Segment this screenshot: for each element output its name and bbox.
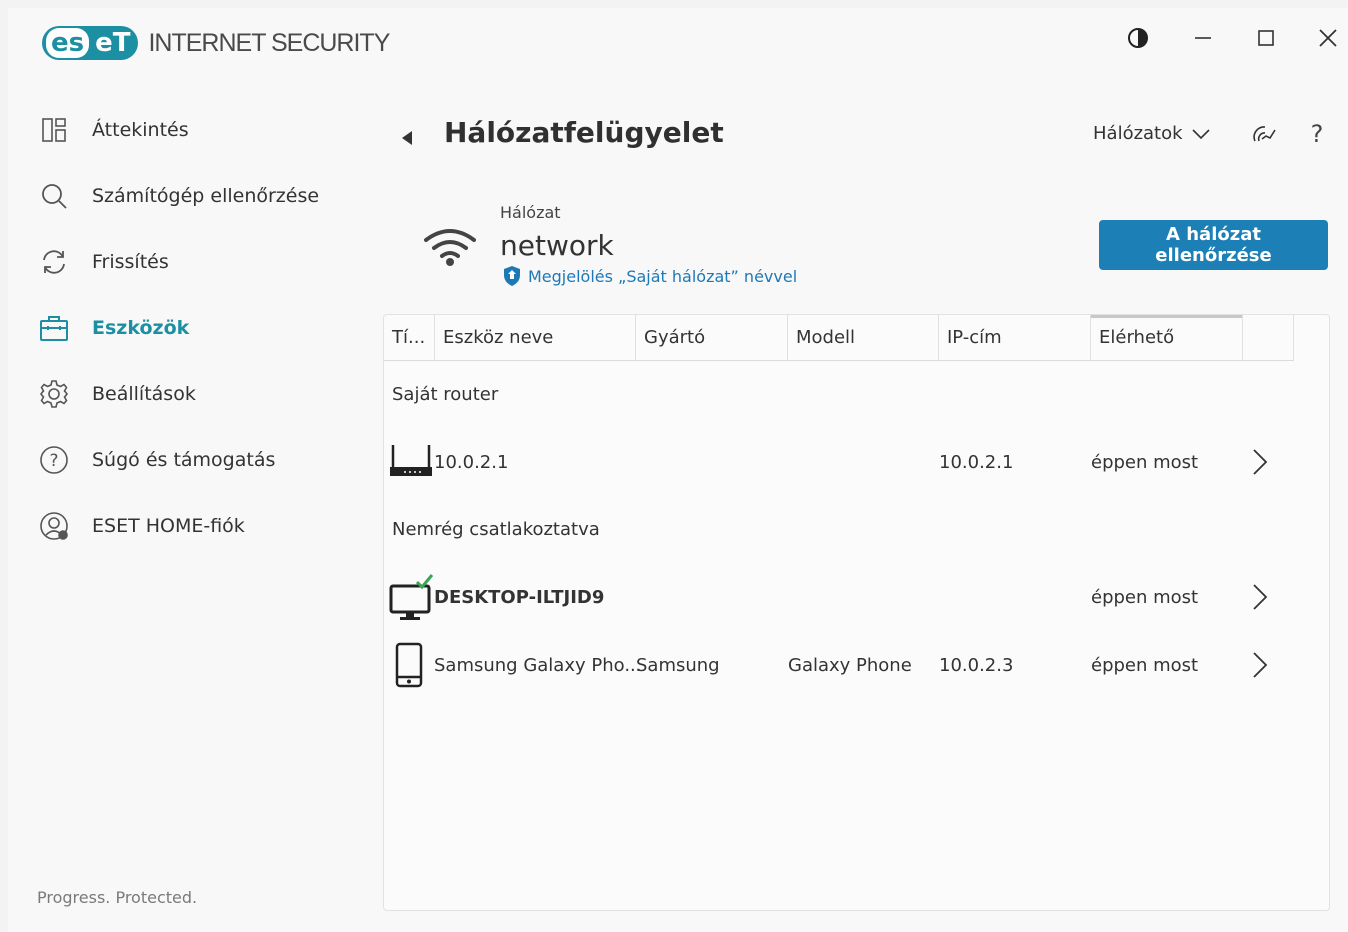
wifi-icon	[422, 226, 478, 270]
sidebar-item-computer-scan[interactable]: Számítógép ellenőrzése	[36, 176, 319, 216]
router-icon	[389, 433, 433, 491]
help-icon[interactable]: ?	[1301, 118, 1333, 150]
desktop-icon	[389, 568, 435, 626]
sidebar-item-label: Frissítés	[92, 251, 169, 273]
network-name: network	[500, 229, 614, 262]
shield-icon	[504, 266, 520, 286]
tagline: Progress. Protected.	[37, 888, 198, 907]
device-ip: 10.0.2.1	[939, 451, 1014, 473]
column-header-vendor[interactable]: Gyártó	[636, 315, 788, 360]
account-icon	[36, 508, 72, 544]
sidebar-item-help-support[interactable]: ? Súgó és támogatás	[36, 440, 275, 480]
device-vendor: Samsung	[636, 654, 720, 676]
chevron-down-icon	[1191, 128, 1210, 139]
column-header-last-seen[interactable]: Elérhető	[1091, 315, 1243, 360]
networks-dropdown[interactable]: Hálózatok	[1093, 123, 1211, 144]
chevron-right-icon[interactable]	[1250, 582, 1270, 612]
device-last-seen: éppen most	[1091, 451, 1199, 473]
search-icon	[36, 178, 72, 214]
device-name: 10.0.2.1	[434, 451, 509, 473]
device-last-seen: éppen most	[1091, 586, 1199, 608]
sidebar-item-label: Áttekintés	[92, 119, 189, 141]
sidebar-item-label: Számítógép ellenőrzése	[92, 185, 320, 207]
device-name: DESKTOP-ILTJID9	[434, 586, 605, 608]
scan-network-button[interactable]: A hálózat ellenőrzése	[1099, 220, 1328, 270]
group-label-recent: Nemrég csatlakoztatva	[392, 519, 600, 540]
app-window: es eT INTERNET SECURITY Áttekintés Számí…	[8, 8, 1348, 932]
chevron-right-icon[interactable]	[1250, 447, 1270, 477]
device-ip: 10.0.2.3	[939, 654, 1014, 676]
sidebar-item-tools[interactable]: Eszközök	[36, 308, 189, 348]
column-header-ip[interactable]: IP-cím	[939, 315, 1091, 360]
eset-logo: es eT INTERNET SECURITY	[42, 26, 390, 60]
sidebar-item-label: Beállítások	[92, 383, 196, 405]
networks-dropdown-label: Hálózatok	[1093, 123, 1183, 144]
close-icon[interactable]	[1305, 18, 1348, 58]
minimize-icon[interactable]	[1180, 18, 1226, 58]
maximize-icon[interactable]	[1243, 18, 1289, 58]
sidebar-item-eset-home[interactable]: ESET HOME-fiók	[36, 506, 245, 546]
overview-icon	[36, 112, 72, 148]
table-row[interactable]: 10.0.2.1 10.0.2.1 éppen most	[384, 433, 1329, 491]
device-model: Galaxy Phone	[788, 654, 912, 676]
device-last-seen: éppen most	[1091, 654, 1199, 676]
column-header-model[interactable]: Modell	[788, 315, 939, 360]
chevron-right-icon[interactable]	[1250, 650, 1270, 680]
contrast-icon[interactable]	[1115, 18, 1161, 58]
column-header-empty	[1243, 315, 1294, 360]
phone-icon	[394, 636, 424, 694]
column-header-type[interactable]: Tí...	[384, 315, 435, 360]
briefcase-icon	[36, 310, 72, 346]
table-row[interactable]: DESKTOP-ILTJID9 éppen most	[384, 568, 1329, 626]
sidebar-item-update[interactable]: Frissítés	[36, 242, 169, 282]
column-header-device-name[interactable]: Eszköz neve	[435, 315, 636, 360]
table-row[interactable]: Samsung Galaxy Pho... Samsung Galaxy Pho…	[384, 636, 1329, 694]
product-name: INTERNET SECURITY	[148, 28, 390, 57]
group-label-router: Saját router	[392, 384, 499, 405]
mark-as-home-link[interactable]: Megjelölés „Saját hálózat” névvel	[502, 265, 797, 287]
device-name: Samsung Galaxy Pho...	[434, 654, 642, 676]
logo-text-et: eT	[95, 28, 131, 58]
sidebar-item-overview[interactable]: Áttekintés	[36, 110, 189, 150]
sidebar-item-label: Súgó és támogatás	[92, 449, 276, 471]
sidebar-item-label: Eszközök	[92, 317, 190, 339]
logo-text-es: es	[46, 28, 90, 58]
page-title: Hálózatfelügyelet	[444, 116, 724, 149]
sidebar-item-settings[interactable]: Beállítások	[36, 374, 196, 414]
svg-text:?: ?	[49, 451, 58, 471]
network-caption: Hálózat	[500, 203, 561, 222]
header-divider	[384, 360, 1294, 361]
back-arrow-icon[interactable]	[400, 123, 424, 153]
mark-as-home-label: Megjelölés „Saját hálózat” névvel	[528, 266, 798, 286]
logo-badge: es eT	[42, 26, 139, 60]
help-icon: ?	[36, 442, 72, 478]
connections-icon[interactable]	[1247, 118, 1279, 150]
sidebar-item-label: ESET HOME-fiók	[92, 515, 245, 537]
devices-table: Tí... Eszköz neve Gyártó Modell IP-cím E…	[383, 314, 1330, 911]
gear-icon	[36, 376, 72, 412]
refresh-icon	[36, 244, 72, 280]
